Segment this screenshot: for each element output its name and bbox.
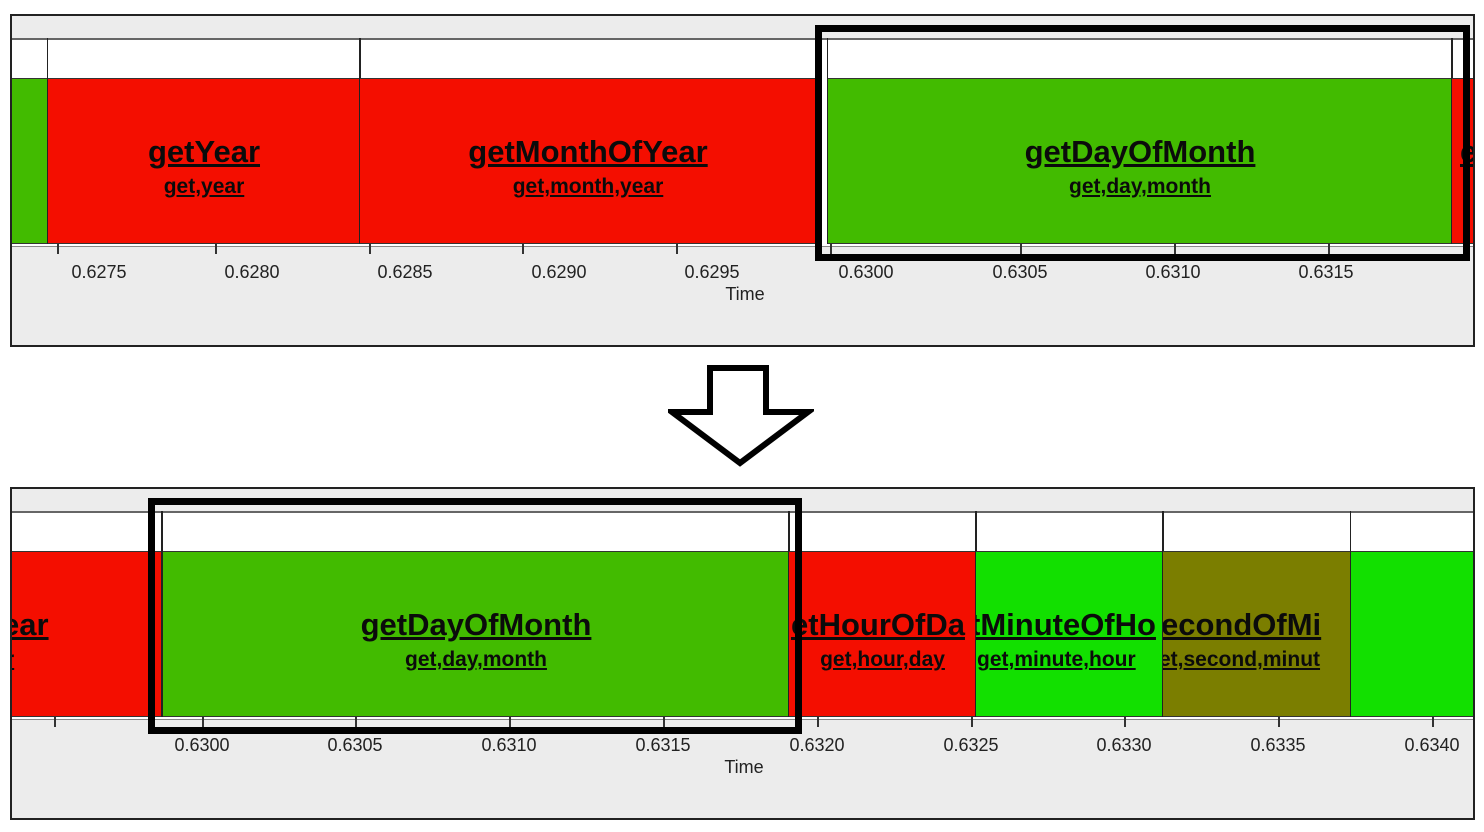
axis-tick-label: 0.6310 [1145,262,1201,282]
axis-tick [663,717,665,727]
segment-method-name: tMinuteOfHo [975,607,1156,642]
segment-method-name: ear [12,607,49,642]
axis-tick [57,244,59,254]
bottom-timeline-panel: ear r getDayOfMonth get,day,month etHour… [10,487,1475,820]
axis-tick [369,244,371,254]
segment-tags: get,month,year [512,175,664,198]
axis-tick [1174,244,1176,254]
axis-tick [355,717,357,727]
segment-method-name: econdOfMi [1162,607,1322,642]
axis-tick [1020,244,1022,254]
axis-tick-label: 0.6285 [377,262,433,282]
axis-tick [1278,717,1280,727]
axis-tick [215,244,217,254]
segment-tags: et,second,minut [1162,648,1321,671]
axis-tick-label: 0.6330 [1096,735,1152,755]
axis-tick-label: 0.6290 [531,262,587,282]
axis-title: Time [724,757,764,777]
segment-method-name: getMonthOfYear [468,134,708,169]
bottom-segment-getHourOfDay[interactable]: etHourOfDa get,hour,day [788,511,977,717]
segment-tags: r [12,648,14,672]
axis-tick-label: 0.6295 [684,262,740,282]
axis-tick-label: 0.6315 [635,735,691,755]
bottom-segment-partial-left[interactable]: ear r [12,511,162,717]
axis-tick [1124,717,1126,727]
segment-bar [1351,551,1473,717]
segment-tags: get,hour,day [820,648,945,671]
top-segment-partial-right[interactable]: e [1451,38,1473,244]
axis-tick-label: 0.6305 [992,262,1048,282]
axis-tick-label: 0.6315 [1298,262,1354,282]
bottom-segment-getMinuteOfHour[interactable]: tMinuteOfHo get,minute,hour [975,511,1164,717]
axis-tick-label: 0.6325 [943,735,999,755]
top-segment-getDayOfMonth[interactable]: getDayOfMonth get,day,month [827,38,1453,244]
top-segment-0[interactable] [12,38,48,244]
axis-tick-label: 0.6300 [838,262,894,282]
top-timeline-panel: getYear get,year getMonthOfYear get,mont… [10,14,1475,347]
axis-tick-label: 0.6335 [1250,735,1306,755]
segment-method-name: etHourOfDa [791,607,965,642]
axis-tick [971,717,973,727]
axis-tick [830,244,832,254]
segment-tags: get,minute,hour [977,648,1136,671]
segment-tags: get,year [163,175,245,198]
axis-tick-label: 0.6310 [481,735,537,755]
axis-tick-label: 0.6305 [327,735,383,755]
axis-tick [1432,717,1434,727]
bottom-segment-getDayOfMonth[interactable]: getDayOfMonth get,day,month [162,511,790,717]
axis-tick-label: 0.6340 [1404,735,1460,755]
segment-method-name: e [1460,134,1473,170]
axis-tick-label: 0.6280 [224,262,280,282]
axis-tick [1328,244,1330,254]
segment-method-name: getYear [147,134,261,169]
axis-tick [509,717,511,727]
axis-tick [817,717,819,727]
axis-tick [202,717,204,727]
axis-tick-label: 0.6320 [789,735,845,755]
top-time-axis: 0.6275 0.6280 0.6285 0.6290 0.6295 0.630… [12,244,1473,344]
axis-title: Time [725,284,765,304]
segment-bar [12,78,47,244]
bottom-segment-getSecondOfMinute[interactable]: econdOfMi et,second,minut [1162,511,1351,717]
segment-method-name: getDayOfMonth [360,607,592,642]
axis-tick-label: 0.6300 [174,735,230,755]
axis-tick [676,244,678,254]
segment-method-name: getDayOfMonth [1024,134,1256,169]
bottom-segment-partial-right[interactable] [1350,511,1473,717]
segment-tags: get,day,month [405,648,547,671]
axis-tick [54,717,56,727]
axis-tick-label: 0.6275 [71,262,127,282]
axis-tick [522,244,524,254]
segment-tags: get,day,month [1069,175,1211,198]
top-segment-getMonthOfYear[interactable]: getMonthOfYear get,month,year [359,38,817,244]
bottom-time-axis: 0.6300 0.6305 0.6310 0.6315 0.6320 0.632… [12,717,1473,817]
down-arrow-icon [668,365,814,467]
top-segment-getYear[interactable]: getYear get,year [47,38,361,244]
